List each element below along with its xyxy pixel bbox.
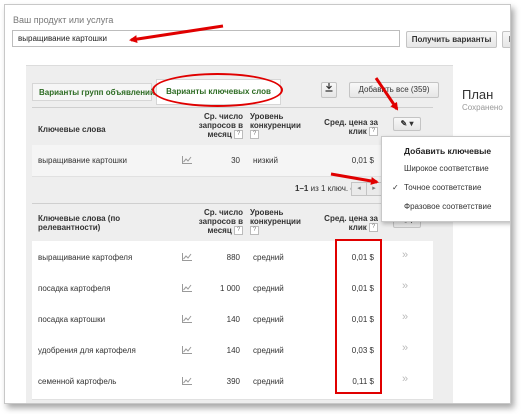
arrow-to-query	[129, 24, 224, 44]
screenshot-frame: Ваш продукт или услуга Получить варианты…	[4, 4, 511, 404]
arrow-to-exact	[330, 172, 379, 185]
arrow-to-menu	[374, 77, 399, 111]
annotation-arrows	[129, 24, 399, 185]
